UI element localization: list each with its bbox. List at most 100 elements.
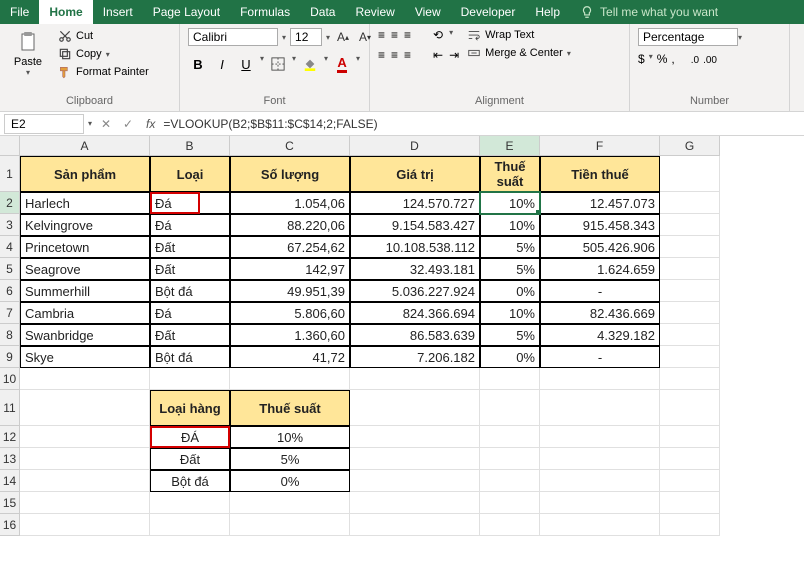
cell-D1[interactable]: Giá trị <box>350 156 480 192</box>
fx-icon[interactable]: fx <box>142 117 159 131</box>
cell-C11[interactable]: Thuế suất <box>230 390 350 426</box>
cell-G5[interactable] <box>660 258 720 280</box>
cell-E16[interactable] <box>480 514 540 536</box>
cell-E14[interactable] <box>480 470 540 492</box>
tell-me-search[interactable]: Tell me what you want <box>570 5 728 19</box>
cell-G12[interactable] <box>660 426 720 448</box>
cell-A10[interactable] <box>20 368 150 390</box>
cell-D12[interactable] <box>350 426 480 448</box>
cell-E3[interactable]: 10% <box>480 214 540 236</box>
row-header-8[interactable]: 8 <box>0 324 20 346</box>
cell-F6[interactable]: - <box>540 280 660 302</box>
cell-C12[interactable]: 10% <box>230 426 350 448</box>
cell-C4[interactable]: 67.254,62 <box>230 236 350 258</box>
cell-A9[interactable]: Skye <box>20 346 150 368</box>
cell-E10[interactable] <box>480 368 540 390</box>
row-header-15[interactable]: 15 <box>0 492 20 514</box>
cell-E4[interactable]: 5% <box>480 236 540 258</box>
col-header-G[interactable]: G <box>660 136 720 156</box>
name-box[interactable]: E2 <box>4 114 84 134</box>
cell-B10[interactable] <box>150 368 230 390</box>
grid[interactable]: Sản phẩmLoạiSố lượngGiá trịThuế suấtTiền… <box>20 156 720 536</box>
tab-help[interactable]: Help <box>525 0 570 24</box>
cell-G1[interactable] <box>660 156 720 192</box>
cell-G7[interactable] <box>660 302 720 324</box>
cell-D8[interactable]: 86.583.639 <box>350 324 480 346</box>
row-header-7[interactable]: 7 <box>0 302 20 324</box>
row-header-13[interactable]: 13 <box>0 448 20 470</box>
cell-F4[interactable]: 505.426.906 <box>540 236 660 258</box>
cell-C3[interactable]: 88.220,06 <box>230 214 350 236</box>
row-header-5[interactable]: 5 <box>0 258 20 280</box>
cell-G14[interactable] <box>660 470 720 492</box>
cell-D16[interactable] <box>350 514 480 536</box>
tab-data[interactable]: Data <box>300 0 345 24</box>
wrap-text-button[interactable]: Wrap Text <box>467 28 571 42</box>
cell-B15[interactable] <box>150 492 230 514</box>
row-header-10[interactable]: 10 <box>0 368 20 390</box>
cell-B12[interactable]: ĐÁ <box>150 426 230 448</box>
cell-B8[interactable]: Đất <box>150 324 230 346</box>
col-header-E[interactable]: E <box>480 136 540 156</box>
cell-E5[interactable]: 5% <box>480 258 540 280</box>
cell-B14[interactable]: Bột đá <box>150 470 230 492</box>
col-header-A[interactable]: A <box>20 136 150 156</box>
cell-F2[interactable]: 12.457.073 <box>540 192 660 214</box>
cell-F12[interactable] <box>540 426 660 448</box>
cell-D2[interactable]: 124.570.727 <box>350 192 480 214</box>
cell-D4[interactable]: 10.108.538.112 <box>350 236 480 258</box>
align-bottom-button[interactable]: ≡ <box>404 28 411 42</box>
cell-F9[interactable]: - <box>540 346 660 368</box>
cell-G16[interactable] <box>660 514 720 536</box>
cell-F15[interactable] <box>540 492 660 514</box>
cell-E1[interactable]: Thuế suất <box>480 156 540 192</box>
cell-C7[interactable]: 5.806,60 <box>230 302 350 324</box>
cell-A6[interactable]: Summerhill <box>20 280 150 302</box>
format-painter-button[interactable]: Format Painter <box>56 64 151 80</box>
cell-D6[interactable]: 5.036.227.924 <box>350 280 480 302</box>
cell-F10[interactable] <box>540 368 660 390</box>
accounting-format-button[interactable]: $ <box>638 52 645 66</box>
cell-A5[interactable]: Seagrove <box>20 258 150 280</box>
cell-G10[interactable] <box>660 368 720 390</box>
cell-A15[interactable] <box>20 492 150 514</box>
cell-G4[interactable] <box>660 236 720 258</box>
font-size-select[interactable]: 12 <box>290 28 322 46</box>
cell-F7[interactable]: 82.436.669 <box>540 302 660 324</box>
percent-format-button[interactable]: % <box>657 52 668 66</box>
cell-C10[interactable] <box>230 368 350 390</box>
tab-view[interactable]: View <box>405 0 451 24</box>
cell-B16[interactable] <box>150 514 230 536</box>
cell-F3[interactable]: 915.458.343 <box>540 214 660 236</box>
cell-A14[interactable] <box>20 470 150 492</box>
tab-file[interactable]: File <box>0 0 39 24</box>
cell-D11[interactable] <box>350 390 480 426</box>
col-header-D[interactable]: D <box>350 136 480 156</box>
cell-A7[interactable]: Cambria <box>20 302 150 324</box>
paste-button[interactable]: Paste ▾ <box>8 28 48 77</box>
font-name-select[interactable]: Calibri <box>188 28 278 46</box>
merge-center-button[interactable]: Merge & Center ▾ <box>467 46 571 60</box>
cell-D15[interactable] <box>350 492 480 514</box>
row-header-2[interactable]: 2 <box>0 192 20 214</box>
cell-G11[interactable] <box>660 390 720 426</box>
cell-B6[interactable]: Bột đá <box>150 280 230 302</box>
tab-review[interactable]: Review <box>345 0 404 24</box>
row-header-4[interactable]: 4 <box>0 236 20 258</box>
col-header-F[interactable]: F <box>540 136 660 156</box>
align-middle-button[interactable]: ≡ <box>391 28 398 42</box>
cell-C1[interactable]: Số lượng <box>230 156 350 192</box>
cell-C16[interactable] <box>230 514 350 536</box>
cell-F11[interactable] <box>540 390 660 426</box>
cell-B4[interactable]: Đất <box>150 236 230 258</box>
cell-E12[interactable] <box>480 426 540 448</box>
cell-A13[interactable] <box>20 448 150 470</box>
tab-insert[interactable]: Insert <box>93 0 143 24</box>
cell-A4[interactable]: Princetown <box>20 236 150 258</box>
cell-B13[interactable]: Đất <box>150 448 230 470</box>
cancel-formula-button[interactable]: ✕ <box>96 115 116 133</box>
tab-developer[interactable]: Developer <box>451 0 526 24</box>
cell-C9[interactable]: 41,72 <box>230 346 350 368</box>
align-top-button[interactable]: ≡ <box>378 28 385 42</box>
accept-formula-button[interactable]: ✓ <box>118 115 138 133</box>
